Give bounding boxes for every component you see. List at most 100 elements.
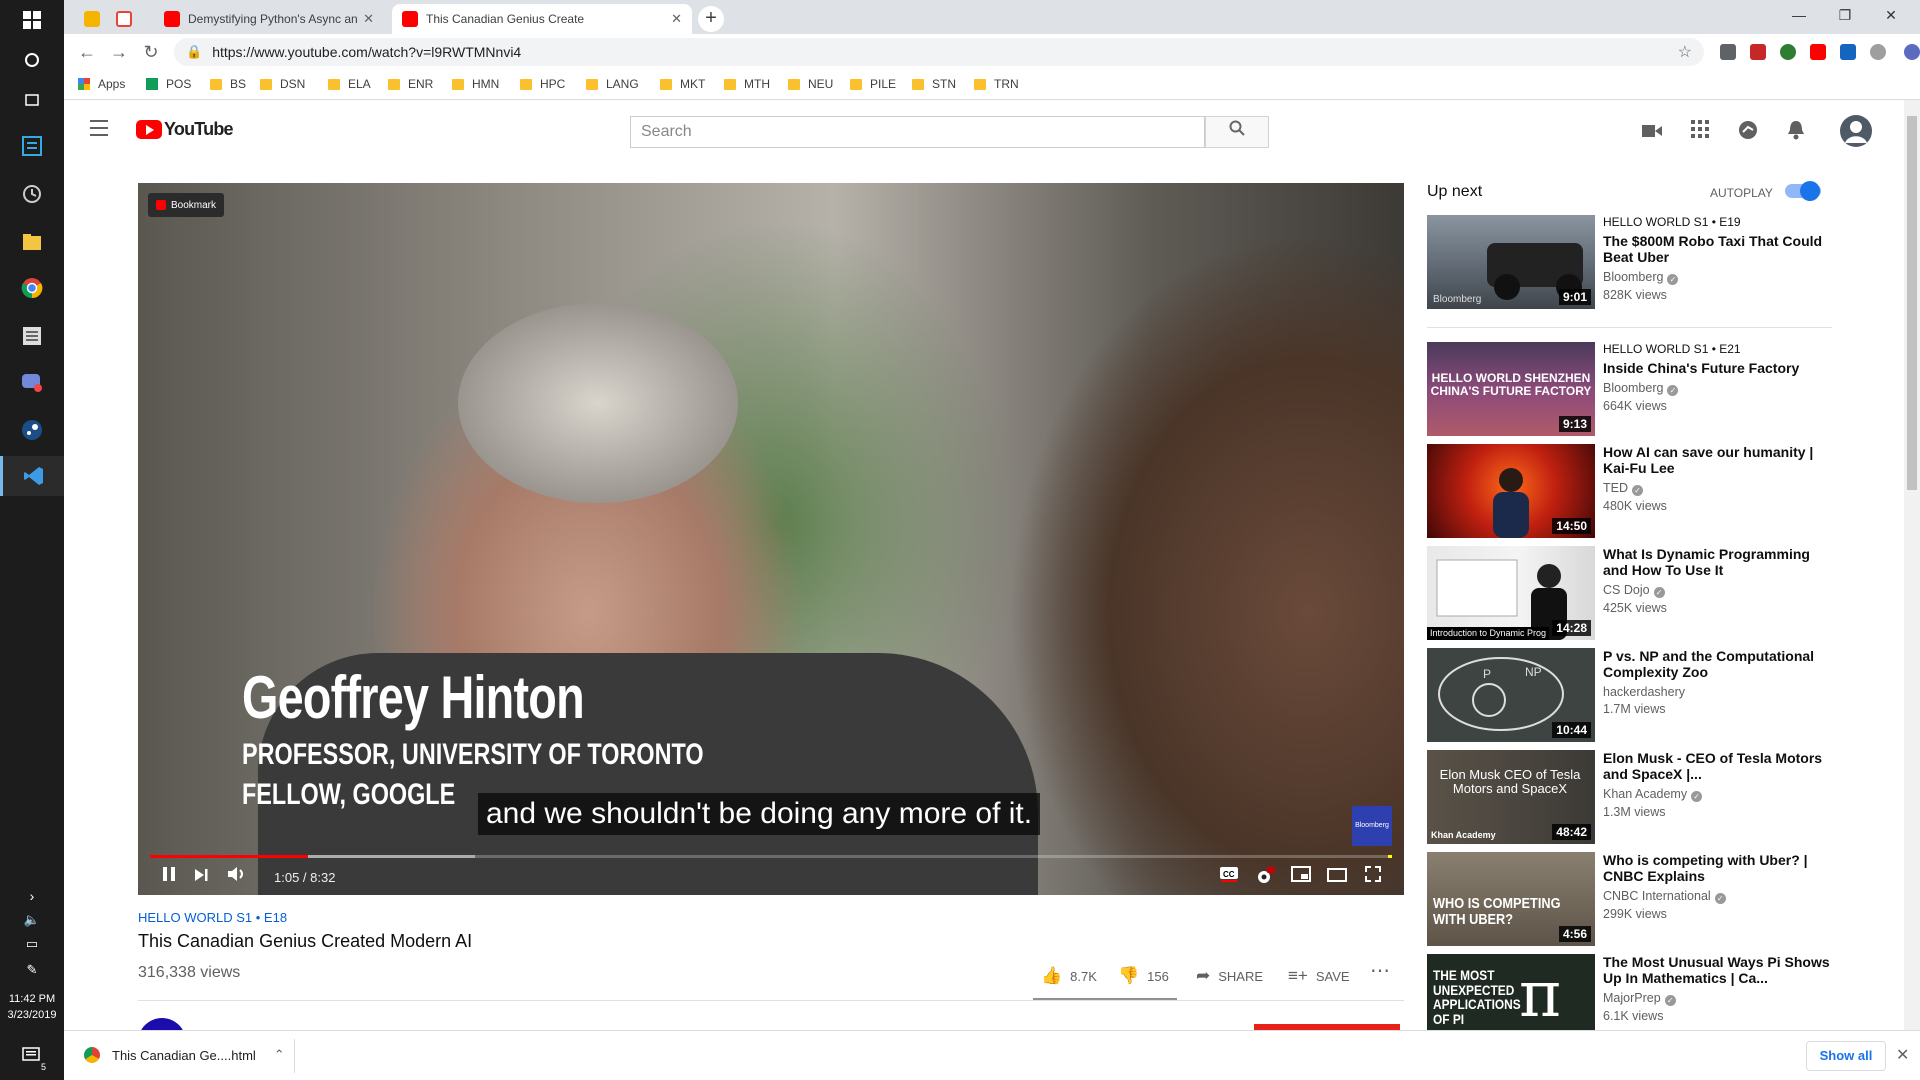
video-thumbnail[interactable]: Introduction to Dynamic Prog 14:28: [1427, 546, 1595, 640]
tab-pinned-gmail[interactable]: [106, 4, 136, 34]
discord-icon[interactable]: [16, 366, 48, 398]
like-button[interactable]: 👍 8.7K: [1041, 966, 1097, 986]
new-tab-button[interactable]: +: [698, 6, 724, 32]
save-button[interactable]: ≡+ SAVE: [1288, 966, 1350, 986]
bookmark-folder-trn[interactable]: TRN: [974, 77, 1019, 91]
clock-time[interactable]: 11:42 PM: [0, 992, 64, 1007]
forward-icon[interactable]: →: [108, 41, 130, 63]
pause-icon[interactable]: [158, 866, 180, 888]
restore-icon[interactable]: ❐: [1822, 0, 1868, 30]
bookmark-folder-ela[interactable]: ELA: [328, 77, 371, 91]
extension-shield-icon[interactable]: [1720, 44, 1736, 60]
up-next-video[interactable]: Bloomberg 9:01 HELLO WORLD S1 • E19 The …: [1427, 215, 1837, 311]
suggested-video[interactable]: 14:50 How AI can save our humanity | Kai…: [1427, 444, 1837, 540]
extension-green-icon[interactable]: [1780, 44, 1796, 60]
suggested-video[interactable]: Introduction to Dynamic Prog 14:28 What …: [1427, 546, 1837, 642]
profile-avatar-icon[interactable]: [1904, 44, 1920, 60]
bookmark-star-icon[interactable]: ☆: [1678, 42, 1692, 62]
fullscreen-icon[interactable]: [1362, 866, 1384, 888]
video-thumbnail[interactable]: Bloomberg 9:01: [1427, 215, 1595, 309]
video-title[interactable]: The Most Unusual Ways Pi Shows Up In Mat…: [1603, 954, 1833, 986]
clock-date[interactable]: 3/23/2019: [0, 1008, 64, 1023]
suggested-video[interactable]: P NP 10:44 P vs. NP and the Computational…: [1427, 648, 1837, 744]
suggested-video[interactable]: HELLO WORLD SHENZHEN CHINA'S FUTURE FACT…: [1427, 342, 1837, 438]
bookmark-folder-hpc[interactable]: HPC: [520, 77, 565, 91]
bookmark-badge[interactable]: Bookmark: [148, 193, 225, 217]
video-thumbnail[interactable]: Elon Musk CEO of Tesla Motors and SpaceX…: [1427, 750, 1595, 844]
editor-icon[interactable]: [16, 130, 48, 162]
video-title[interactable]: Elon Musk - CEO of Tesla Motors and Spac…: [1603, 750, 1833, 782]
clock-app-icon[interactable]: [16, 178, 48, 210]
share-button[interactable]: ➦ SHARE: [1196, 966, 1263, 986]
video-title[interactable]: What Is Dynamic Programming and How To U…: [1603, 546, 1833, 578]
cortana-icon[interactable]: [16, 44, 48, 76]
dislike-button[interactable]: 👎 156: [1118, 966, 1169, 986]
tab-python-async[interactable]: Demystifying Python's Async and ✕: [154, 4, 384, 34]
video-title[interactable]: Inside China's Future Factory: [1603, 360, 1833, 376]
tab-canadian-genius[interactable]: This Canadian Genius Create ✕: [392, 4, 692, 34]
download-item[interactable]: This Canadian Ge....html ⌃: [84, 1047, 285, 1063]
search-input[interactable]: Search: [630, 116, 1205, 148]
url-field[interactable]: 🔒 https://www.youtube.com/watch?v=l9RWTM…: [174, 38, 1704, 66]
video-thumbnail[interactable]: THE MOST UNEXPECTED APPLICATIONS OF PI π: [1427, 954, 1595, 1030]
autoplay-toggle-knob[interactable]: [1800, 181, 1820, 201]
tab-pinned-keep[interactable]: [74, 4, 104, 34]
extension-gear-icon[interactable]: [1870, 44, 1886, 60]
video-thumbnail[interactable]: P NP 10:44: [1427, 648, 1595, 742]
vscode-icon[interactable]: [0, 456, 64, 496]
youtube-logo[interactable]: YouTube: [136, 119, 234, 140]
notifications-bell-icon[interactable]: [1784, 120, 1808, 144]
video-title[interactable]: The $800M Robo Taxi That Could Beat Uber: [1603, 233, 1833, 265]
captions-icon[interactable]: CC: [1218, 866, 1240, 888]
extension-youtube-icon[interactable]: [1810, 44, 1826, 60]
page-scrollbar-thumb[interactable]: [1907, 116, 1917, 490]
series-link[interactable]: HELLO WORLD S1 • E18: [138, 910, 1404, 925]
video-title[interactable]: Who is competing with Uber? | CNBC Expla…: [1603, 852, 1833, 884]
chevron-up-icon[interactable]: ⌃: [274, 1047, 285, 1063]
pen-icon[interactable]: ✎: [16, 954, 48, 986]
steam-icon[interactable]: [16, 414, 48, 446]
close-tab-icon[interactable]: ✕: [671, 11, 682, 27]
close-download-bar-icon[interactable]: ✕: [1896, 1045, 1909, 1065]
bookmark-folder-stn[interactable]: STN: [912, 77, 956, 91]
video-thumbnail[interactable]: WHO IS COMPETING WITH UBER? 4:56: [1427, 852, 1595, 946]
bookmark-folder-bs[interactable]: BS: [210, 77, 246, 91]
suggested-video[interactable]: WHO IS COMPETING WITH UBER? 4:56 Who is …: [1427, 852, 1837, 948]
back-icon[interactable]: ←: [76, 41, 98, 63]
next-video-icon[interactable]: [190, 866, 212, 888]
bookmark-folder-pile[interactable]: PILE: [850, 77, 896, 91]
search-button[interactable]: [1205, 116, 1269, 148]
extension-new-icon[interactable]: [1840, 44, 1856, 60]
video-player[interactable]: Bookmark Geoffrey Hinton PROFESSOR, UNIV…: [138, 183, 1404, 895]
create-video-icon[interactable]: [1640, 120, 1664, 144]
bookmark-folder-hmn[interactable]: HMN: [452, 77, 499, 91]
video-thumbnail[interactable]: HELLO WORLD SHENZHEN CHINA'S FUTURE FACT…: [1427, 342, 1595, 436]
bookmark-folder-lang[interactable]: LANG: [586, 77, 639, 91]
video-title[interactable]: P vs. NP and the Computational Complexit…: [1603, 648, 1833, 680]
theater-mode-icon[interactable]: [1326, 866, 1348, 888]
bookmark-folder-mkt[interactable]: MKT: [660, 77, 705, 91]
show-all-button[interactable]: Show all: [1806, 1041, 1886, 1071]
bookmark-folder-neu[interactable]: NEU: [788, 77, 833, 91]
bookmark-folder-dsn[interactable]: DSN: [260, 77, 305, 91]
video-title[interactable]: How AI can save our humanity | Kai-Fu Le…: [1603, 444, 1833, 476]
extension-red-icon[interactable]: [1750, 44, 1766, 60]
close-tab-icon[interactable]: ✕: [363, 11, 374, 27]
bookmark-pos[interactable]: POS: [146, 77, 191, 91]
bookmark-apps[interactable]: Apps: [78, 77, 125, 91]
windows-start-icon[interactable]: [16, 4, 48, 36]
video-thumbnail[interactable]: 14:50: [1427, 444, 1595, 538]
notes-icon[interactable]: [16, 320, 48, 352]
miniplayer-icon[interactable]: [1290, 866, 1312, 888]
bookmark-folder-enr[interactable]: ENR: [388, 77, 433, 91]
progress-bar[interactable]: [150, 855, 1392, 858]
reload-icon[interactable]: ↻: [140, 41, 162, 63]
apps-grid-icon[interactable]: [1688, 120, 1712, 144]
messages-icon[interactable]: [1736, 120, 1760, 144]
file-explorer-icon[interactable]: [16, 226, 48, 258]
task-view-icon[interactable]: [16, 84, 48, 116]
more-actions-icon[interactable]: ⋯: [1370, 958, 1390, 983]
bookmark-folder-mth[interactable]: MTH: [724, 77, 770, 91]
account-avatar[interactable]: [1840, 115, 1872, 147]
suggested-video[interactable]: THE MOST UNEXPECTED APPLICATIONS OF PI π…: [1427, 954, 1837, 1030]
